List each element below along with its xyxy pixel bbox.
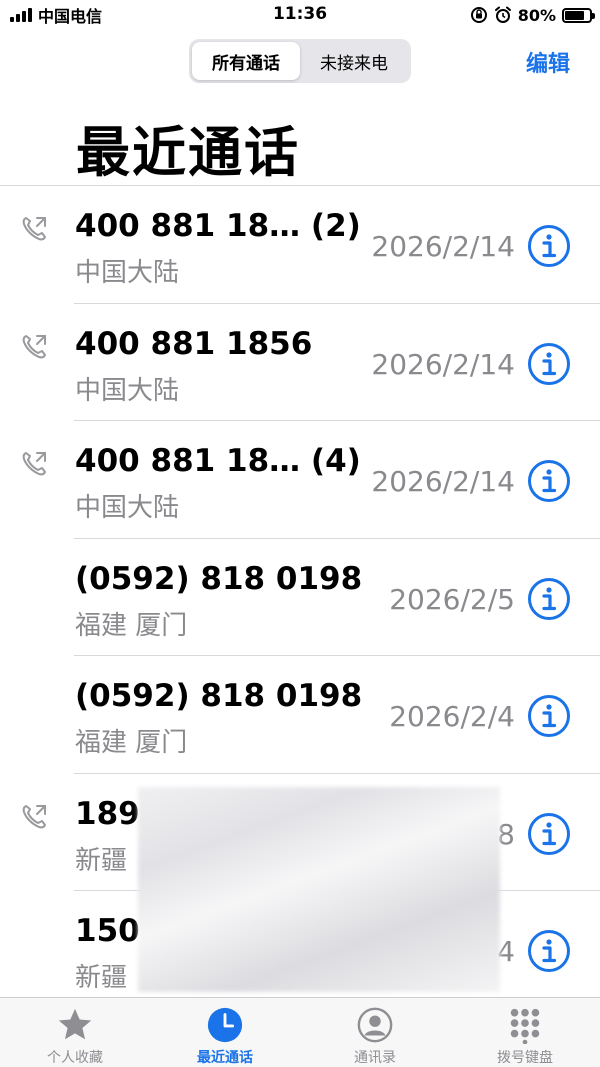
tab-bar: 个人收藏 最近通话 通讯录 拨号键盘	[0, 997, 600, 1067]
outgoing-call-icon	[22, 452, 46, 476]
call-location: 中国大陆	[75, 258, 180, 288]
call-row[interactable]: 400 881 18… (4) 中国大陆 2026/2/14	[0, 421, 600, 539]
privacy-blur-overlay	[138, 787, 500, 992]
tab-label: 拨号键盘	[497, 1050, 553, 1066]
info-icon[interactable]	[527, 694, 571, 738]
phone-recents-screen: 中国电信 11:36 80% 所有通话 未接来电 编辑 最近通话 400 881…	[0, 0, 600, 1067]
call-row[interactable]: 400 881 1856 中国大陆 2026/2/14	[0, 304, 600, 422]
page-title: 最近通话	[76, 121, 300, 184]
call-location: 福建 厦门	[75, 728, 188, 758]
call-date: 2026/2/14	[371, 230, 515, 263]
alarm-icon	[494, 6, 511, 23]
call-date: 2026/2/5	[389, 582, 515, 616]
segment-missed-calls[interactable]: 未接来电	[300, 42, 408, 80]
battery-percent: 80%	[517, 5, 556, 25]
tab-favorites[interactable]: 个人收藏	[0, 998, 150, 1067]
call-number: 150	[75, 913, 140, 949]
segment-all-calls[interactable]: 所有通话	[192, 42, 300, 80]
info-icon[interactable]	[527, 577, 571, 621]
status-right: 80%	[470, 4, 595, 26]
star-icon	[58, 1008, 92, 1040]
call-number: (0592) 818 0198	[75, 678, 363, 714]
tab-label: 通讯录	[354, 1050, 396, 1066]
call-date: 2026/2/14	[371, 347, 515, 381]
call-filter-segmented-control: 所有通话 未接来电	[189, 39, 411, 83]
battery-icon	[562, 7, 595, 23]
status-bar: 中国电信 11:36 80%	[0, 0, 600, 30]
contacts-icon	[357, 1007, 393, 1043]
outgoing-call-icon	[22, 334, 46, 358]
call-number: 400 881 1856	[75, 325, 313, 362]
outgoing-call-icon	[22, 217, 46, 241]
info-icon[interactable]	[527, 224, 571, 268]
info-icon[interactable]	[527, 342, 571, 386]
keypad-icon	[510, 1008, 540, 1044]
call-location: 中国大陆	[75, 375, 180, 406]
info-icon[interactable]	[527, 929, 571, 973]
battery-fill	[565, 10, 585, 20]
outgoing-call-icon	[22, 804, 46, 828]
call-row[interactable]: 400 881 18… (2) 中国大陆 2026/2/14	[0, 186, 600, 304]
call-date: 2026/2/14	[371, 465, 515, 498]
call-location: 新疆	[75, 845, 128, 876]
call-number: 189	[75, 795, 140, 832]
edit-button[interactable]: 编辑	[526, 46, 570, 78]
tab-keypad[interactable]: 拨号键盘	[450, 998, 600, 1067]
tab-label: 个人收藏	[47, 1050, 103, 1066]
tab-recents[interactable]: 最近通话	[150, 998, 300, 1067]
call-location: 福建 厦门	[75, 610, 188, 641]
call-row[interactable]: (0592) 818 0198 福建 厦门 2026/2/4	[0, 656, 600, 774]
call-row[interactable]: (0592) 818 0198 福建 厦门 2026/2/5	[0, 539, 600, 657]
tab-contacts[interactable]: 通讯录	[300, 998, 450, 1067]
call-location: 中国大陆	[75, 493, 180, 523]
tab-label: 最近通话	[197, 1050, 253, 1066]
info-icon[interactable]	[527, 812, 571, 856]
info-icon[interactable]	[527, 459, 571, 503]
call-number: 400 881 18… (4)	[75, 443, 361, 479]
call-date: 2026/2/4	[389, 700, 515, 733]
call-number: (0592) 818 0198	[75, 560, 363, 597]
call-location: 新疆	[75, 963, 128, 993]
orientation-lock-icon	[470, 7, 487, 23]
clock-icon	[207, 1007, 243, 1043]
call-number: 400 881 18… (2)	[75, 208, 361, 244]
